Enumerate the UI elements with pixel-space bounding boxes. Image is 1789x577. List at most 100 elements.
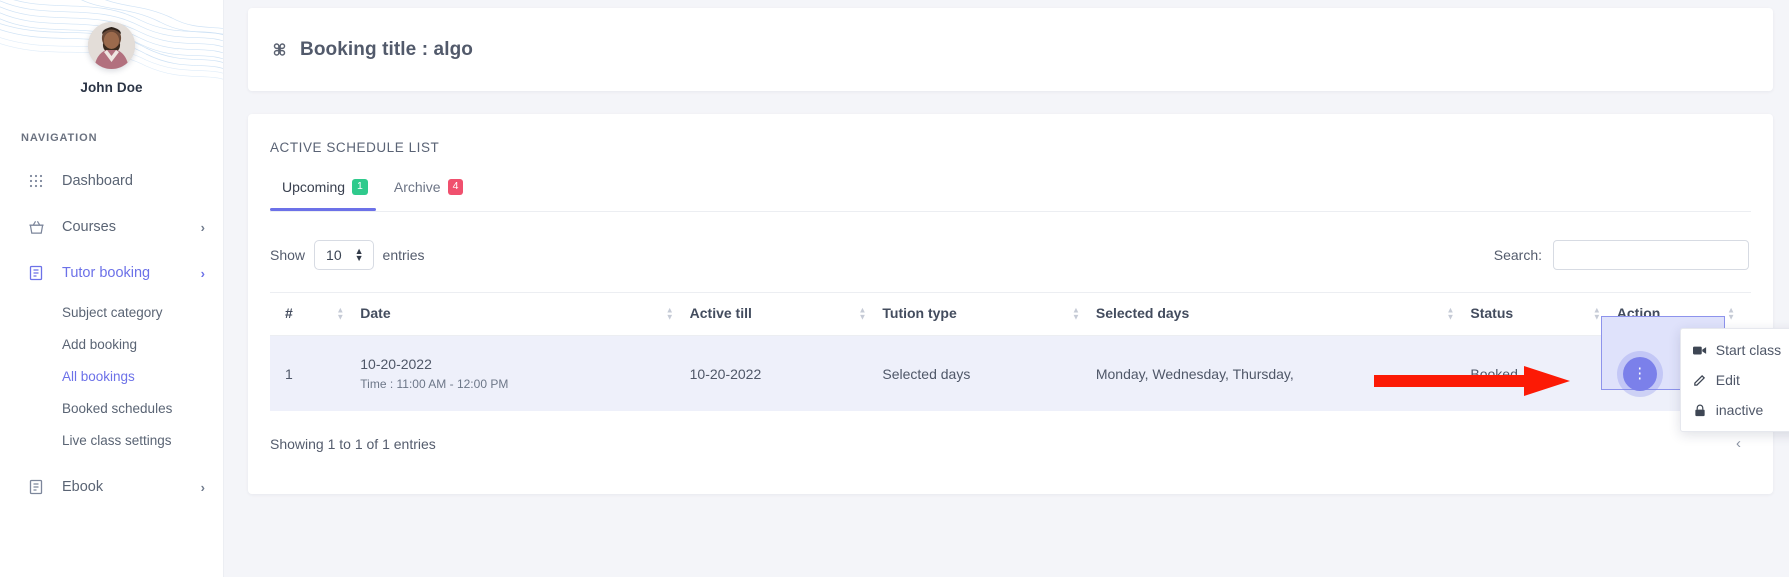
sort-icon[interactable]: ▲▼ <box>666 309 674 320</box>
column-label: Active till <box>690 305 752 321</box>
sidebar-subitem-label: Booked schedules <box>62 401 172 416</box>
pencil-icon <box>1693 374 1707 387</box>
schedule-table: # ▲▼ Date ▲▼ Active till ▲▼ Tution typ <box>270 292 1751 411</box>
column-header-index[interactable]: # ▲▼ <box>270 293 360 336</box>
cell-status: Booked <box>1470 336 1616 412</box>
entries-label: entries <box>383 247 425 263</box>
column-label: Date <box>360 305 390 321</box>
column-label: Tution type <box>882 305 956 321</box>
dropdown-item-label: Edit <box>1716 372 1740 388</box>
sidebar-subitem-label: Subject category <box>62 305 163 320</box>
tab-badge-count: 1 <box>352 179 368 195</box>
grid-dots-icon <box>26 171 46 191</box>
pagination: ‹ <box>1728 433 1749 454</box>
cell-active-till: 10-20-2022 <box>690 336 883 412</box>
main-content: Booking title : algo ACTIVE SCHEDULE LIS… <box>224 0 1789 577</box>
table-row[interactable]: 1 10-20-2022 Time : 11:00 AM - 12:00 PM … <box>270 336 1751 412</box>
cell-tution-type: Selected days <box>882 336 1095 412</box>
chevron-right-icon: › <box>201 220 205 235</box>
search-input[interactable] <box>1553 240 1749 270</box>
search-control: Search: <box>1494 240 1749 270</box>
column-label: Status <box>1470 305 1513 321</box>
book-icon <box>26 477 46 497</box>
column-header-date[interactable]: Date ▲▼ <box>360 293 689 336</box>
tab-label: Upcoming <box>282 179 345 195</box>
sidebar-subitem-label: Add booking <box>62 337 137 352</box>
entries-select[interactable]: 10 ▲▼ <box>314 240 374 270</box>
table-header: # ▲▼ Date ▲▼ Active till ▲▼ Tution typ <box>270 293 1751 336</box>
pagination-prev[interactable]: ‹ <box>1728 433 1749 454</box>
sidebar-item-label: Courses <box>62 219 201 235</box>
sort-icon[interactable]: ▲▼ <box>1072 309 1080 320</box>
tab-archive[interactable]: Archive 4 <box>382 179 478 211</box>
dropdown-item-start-class[interactable]: Start class <box>1681 335 1789 365</box>
table-body: 1 10-20-2022 Time : 11:00 AM - 12:00 PM … <box>270 336 1751 412</box>
sidebar-subitem-add-booking[interactable]: Add booking <box>0 328 223 360</box>
show-entries-control: Show 10 ▲▼ entries <box>270 240 425 270</box>
column-header-tution-type[interactable]: Tution type ▲▼ <box>882 293 1095 336</box>
dropdown-item-inactive[interactable]: inactive <box>1681 395 1789 425</box>
sidebar-item-courses[interactable]: Courses › <box>0 204 223 250</box>
sort-icon[interactable]: ▲▼ <box>336 309 344 320</box>
column-header-active-till[interactable]: Active till ▲▼ <box>690 293 883 336</box>
sidebar-subitem-label: All bookings <box>62 369 135 384</box>
navigation-label: NAVIGATION <box>21 132 223 144</box>
sidebar-nav: Dashboard Courses › <box>0 158 223 510</box>
sidebar-item-label: Dashboard <box>62 173 205 189</box>
cell-time-value: Time : 11:00 AM - 12:00 PM <box>360 377 689 391</box>
sidebar-subitem-all-bookings[interactable]: All bookings <box>0 360 223 392</box>
sidebar-subitem-label: Live class settings <box>62 433 172 448</box>
sort-icon[interactable]: ▲▼ <box>858 309 866 320</box>
column-header-selected-days[interactable]: Selected days ▲▼ <box>1096 293 1471 336</box>
table-controls: Show 10 ▲▼ entries Search: <box>270 240 1751 270</box>
dropdown-item-edit[interactable]: Edit <box>1681 365 1789 395</box>
sidebar-subitem-booked-schedules[interactable]: Booked schedules <box>0 392 223 424</box>
sort-icon[interactable]: ▲▼ <box>1593 309 1601 320</box>
sidebar-item-tutor-booking[interactable]: Tutor booking › <box>0 250 223 296</box>
chevron-right-icon: › <box>201 266 205 281</box>
sidebar: John Doe NAVIGATION Dashboard <box>0 0 224 577</box>
column-label: Selected days <box>1096 305 1189 321</box>
show-label: Show <box>270 247 305 263</box>
search-label: Search: <box>1494 247 1542 263</box>
entries-value: 10 <box>326 247 342 263</box>
cell-date: 10-20-2022 Time : 11:00 AM - 12:00 PM <box>360 336 689 412</box>
tabs-divider <box>270 211 1751 212</box>
page-title-card: Booking title : algo <box>248 8 1773 91</box>
tab-upcoming[interactable]: Upcoming 1 <box>270 179 382 211</box>
sidebar-item-ebook[interactable]: Ebook › <box>0 464 223 510</box>
chevron-right-icon: › <box>201 480 205 495</box>
dropdown-item-label: Start class <box>1716 342 1781 358</box>
user-avatar-icon <box>88 22 135 69</box>
column-label: # <box>285 305 293 321</box>
sidebar-item-label: Tutor booking <box>62 265 201 281</box>
sort-icon[interactable]: ▲▼ <box>1446 309 1454 320</box>
sidebar-item-label: Ebook <box>62 479 201 495</box>
column-header-status[interactable]: Status ▲▼ <box>1470 293 1616 336</box>
sidebar-subitem-subject-category[interactable]: Subject category <box>0 296 223 328</box>
sidebar-subitem-live-class-settings[interactable]: Live class settings <box>0 424 223 456</box>
app-root: John Doe NAVIGATION Dashboard <box>0 0 1789 577</box>
action-dropdown-menu: Start class Edit <box>1680 328 1789 432</box>
avatar[interactable] <box>88 22 135 69</box>
profile-name: John Doe <box>0 80 223 95</box>
section-title: ACTIVE SCHEDULE LIST <box>270 140 1751 155</box>
tab-badge-count: 4 <box>448 179 464 195</box>
dropdown-item-label: inactive <box>1716 402 1763 418</box>
basket-icon <box>26 217 46 237</box>
schedule-list-card: ACTIVE SCHEDULE LIST Upcoming 1 Archive … <box>248 114 1773 494</box>
table-footer: Showing 1 to 1 of 1 entries ‹ <box>270 411 1751 454</box>
tab-bar: Upcoming 1 Archive 4 <box>270 179 1751 211</box>
sort-icon[interactable]: ▲▼ <box>1727 309 1735 320</box>
sidebar-item-dashboard[interactable]: Dashboard <box>0 158 223 204</box>
cell-selected-days: Monday, Wednesday, Thursday, <box>1096 336 1471 412</box>
chevron-updown-icon: ▲▼ <box>355 249 364 262</box>
page-title: Booking title : algo <box>300 39 473 61</box>
tab-label: Archive <box>394 179 441 195</box>
table-header-row: # ▲▼ Date ▲▼ Active till ▲▼ Tution typ <box>270 293 1751 336</box>
book-icon <box>26 263 46 283</box>
cell-action: ⋮ Start class <box>1617 336 1751 412</box>
cell-date-value: 10-20-2022 <box>360 356 689 372</box>
vertical-dots-icon[interactable]: ⋮ <box>1623 357 1657 391</box>
command-icon <box>270 40 289 59</box>
